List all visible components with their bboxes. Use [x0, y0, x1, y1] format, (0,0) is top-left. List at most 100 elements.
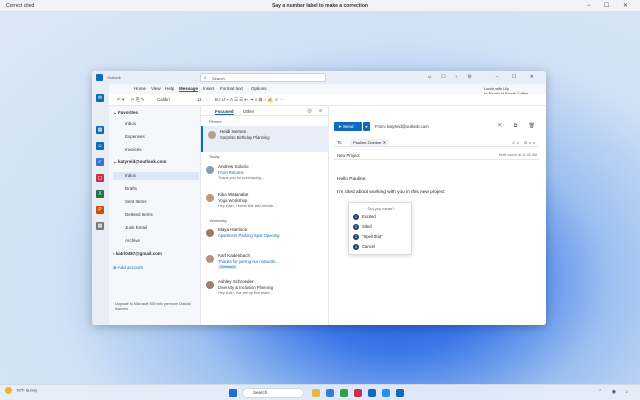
- correction-bar-controls[interactable]: − ☐ ✕: [587, 2, 634, 9]
- folder-invoices[interactable]: Invoices: [113, 146, 199, 154]
- powerpoint-icon[interactable]: P: [96, 206, 104, 214]
- body-greeting[interactable]: Hello Pauline,: [337, 177, 367, 182]
- from-field[interactable]: From: katyreid@outlook.com: [375, 124, 429, 129]
- popup-title: Did you mean?: [367, 206, 395, 211]
- suggestion-option[interactable]: 4 Cancel: [353, 244, 375, 250]
- folder-pane: ⌄ Favorites Inbox Expenses Invoices ⌄ ka…: [109, 106, 201, 325]
- outlook-logo-icon: [96, 74, 103, 81]
- format-icons[interactable]: B I U ⌁ A ☰ ☰ ⇤ ⇥ ≡ ⊞ ⌂ ✍ ☺ ⋯: [215, 97, 285, 103]
- message-subject: Diversity & Inclusion Planning: [218, 285, 274, 290]
- app-rail: ✉ ▦ ☺ ✓ ◻ X P ▦: [92, 84, 109, 325]
- search-input[interactable]: ⌕ Search: [200, 73, 326, 82]
- send-options-button[interactable]: ▾: [363, 122, 370, 131]
- mail-icon[interactable]: ✉: [96, 94, 104, 102]
- message-item[interactable]: Karl Kadenbach Thanks for joining our ne…: [201, 250, 329, 276]
- upgrade-promo[interactable]: Upgrade to Microsoft 365 with premium Ou…: [115, 302, 197, 311]
- suggestion-option[interactable]: 2 Sited: [353, 224, 372, 230]
- weather-widget[interactable]: 78°F Sunny: [5, 387, 37, 394]
- message-preview: Hey Katri, I've set up this team...: [218, 291, 273, 295]
- titlebar-action-icons[interactable]: ☺☐♀⚙: [427, 74, 481, 80]
- temperature: 78°F: [16, 387, 25, 393]
- taskbar: 78°F Sunny Search ⌃ ◉ ♪: [0, 384, 640, 400]
- taskbar-outlook-icon[interactable]: [396, 389, 404, 397]
- avatar: [206, 255, 214, 263]
- to-field[interactable]: To Pauline Zweiber ✕ Cc Bcc: [334, 137, 539, 147]
- message-item[interactable]: Maya Harrison Apartment Parking Spot Ope…: [201, 224, 329, 250]
- avatar: [206, 229, 214, 237]
- account-header-gmail[interactable]: › katri0487@gmail.com: [113, 250, 199, 258]
- avatar: [206, 166, 214, 174]
- recipient-chip[interactable]: Pauline Zweiber ✕: [350, 139, 390, 146]
- clipboard-icon[interactable]: ✂ ⎘ ✎: [131, 97, 145, 103]
- message-sender: Karl Kadenbach: [218, 253, 251, 258]
- taskbar-app-icon[interactable]: [382, 389, 390, 397]
- message-subject: From Returns: [218, 170, 244, 175]
- message-item[interactable]: Heidi Iversen Surprise Birthday Planning: [201, 126, 329, 152]
- message-preview: Hey Katri, I know this last minute...: [218, 204, 277, 208]
- suggestion-option[interactable]: 1 Excited: [353, 214, 376, 220]
- voice-correction-bar: Correct cited Say a number label to make…: [0, 0, 640, 12]
- window-controls[interactable]: − ☐ ✕: [496, 74, 540, 80]
- tab-focused[interactable]: Focused: [215, 109, 234, 115]
- taskbar-search[interactable]: Search: [242, 388, 304, 398]
- avatar: [206, 281, 214, 289]
- apps-icon[interactable]: ▦: [96, 222, 104, 230]
- folder-sent-items[interactable]: Sent Items: [113, 198, 199, 206]
- font-size[interactable]: 11: [197, 97, 202, 102]
- inbox-tabs: Focused Other ◎ ≡: [201, 106, 329, 116]
- app-title: Outlook: [107, 75, 121, 80]
- tab-home[interactable]: Home: [134, 86, 146, 91]
- todo-icon[interactable]: ✓: [96, 158, 104, 166]
- excel-icon[interactable]: X: [96, 190, 104, 198]
- account-header-outlook[interactable]: ⌄ katyreid@outlook.com: [113, 158, 199, 166]
- tab-help[interactable]: Help: [165, 86, 174, 91]
- suggestion-option[interactable]: 3 "Spell that": [353, 234, 382, 240]
- send-button[interactable]: ➤ Send: [334, 122, 362, 131]
- folder-favorites-inbox[interactable]: Inbox: [113, 120, 199, 128]
- body-text[interactable]: I'm cited about working with you in this…: [337, 190, 445, 195]
- folder-expenses[interactable]: Expenses: [113, 133, 199, 141]
- folder-archive[interactable]: Archive: [113, 237, 199, 245]
- folder-deleted-items[interactable]: Deleted Items: [113, 211, 199, 219]
- message-item[interactable]: Ashley Schroeder Diversity & Inclusion P…: [201, 276, 329, 302]
- folder-drafts[interactable]: Drafts: [113, 185, 199, 193]
- system-tray-icons[interactable]: ⌃ ◉ ♪: [598, 389, 632, 395]
- taskbar-app-icon[interactable]: [340, 389, 348, 397]
- tab-options[interactable]: Options: [251, 86, 267, 91]
- weather-condition: Sunny: [25, 387, 38, 393]
- message-item[interactable]: Kiko Watanabe Yoga Workshop Hey Katri, I…: [201, 189, 329, 215]
- correction-instruction: Say a number label to make a correction: [272, 3, 368, 9]
- message-item[interactable]: Andrew Solorio From Returns Thank you fo…: [201, 161, 329, 187]
- start-button[interactable]: [229, 389, 237, 397]
- calendar-icon[interactable]: ▦: [96, 126, 104, 134]
- favorites-header[interactable]: ⌄ Favorites: [113, 109, 199, 117]
- folder-junk-email[interactable]: Junk Email: [113, 224, 199, 232]
- font-name[interactable]: Calibri: [157, 97, 170, 102]
- correction-suggestions-popup: Did you mean? 1 Excited 2 Sited 3 "Spell th…: [348, 202, 412, 255]
- taskbar-app-icon[interactable]: [326, 389, 334, 397]
- filter-icon[interactable]: ◎ ≡: [307, 108, 325, 114]
- message-subject: Surprise Birthday Planning: [220, 135, 270, 140]
- cc-bcc-links[interactable]: Cc Bcc: [512, 140, 537, 145]
- ribbon-tabs: Home View Help Message Insert Format tex…: [109, 84, 546, 94]
- to-label: To: [337, 140, 342, 145]
- undo-icon[interactable]: ↶ ▾: [117, 97, 124, 103]
- sun-icon: [5, 387, 12, 394]
- taskbar-app-icon[interactable]: [354, 389, 362, 397]
- tab-insert[interactable]: Insert: [203, 86, 214, 91]
- office-icon[interactable]: ◻: [96, 174, 104, 182]
- add-account-link[interactable]: ⊕ Add account: [113, 264, 199, 272]
- tab-format-text[interactable]: Format text: [220, 86, 243, 91]
- group-yesterday: Yesterday: [209, 218, 227, 223]
- people-icon[interactable]: ☺: [96, 142, 104, 150]
- tab-view[interactable]: View: [151, 86, 161, 91]
- compose-window-icons[interactable]: ⇱ ⧉ 🗑: [498, 123, 540, 129]
- subject-text: New Project: [337, 153, 360, 158]
- folder-inbox[interactable]: Inbox: [113, 172, 199, 180]
- taskbar-app-icon[interactable]: [312, 389, 320, 397]
- taskbar-app-icon[interactable]: [368, 389, 376, 397]
- subject-field[interactable]: New Project Draft saved at 11:05 AM: [334, 150, 539, 160]
- tab-other[interactable]: Other: [243, 109, 254, 114]
- tab-message[interactable]: Message: [179, 86, 199, 92]
- message-sender: Andrew Solorio: [218, 164, 249, 169]
